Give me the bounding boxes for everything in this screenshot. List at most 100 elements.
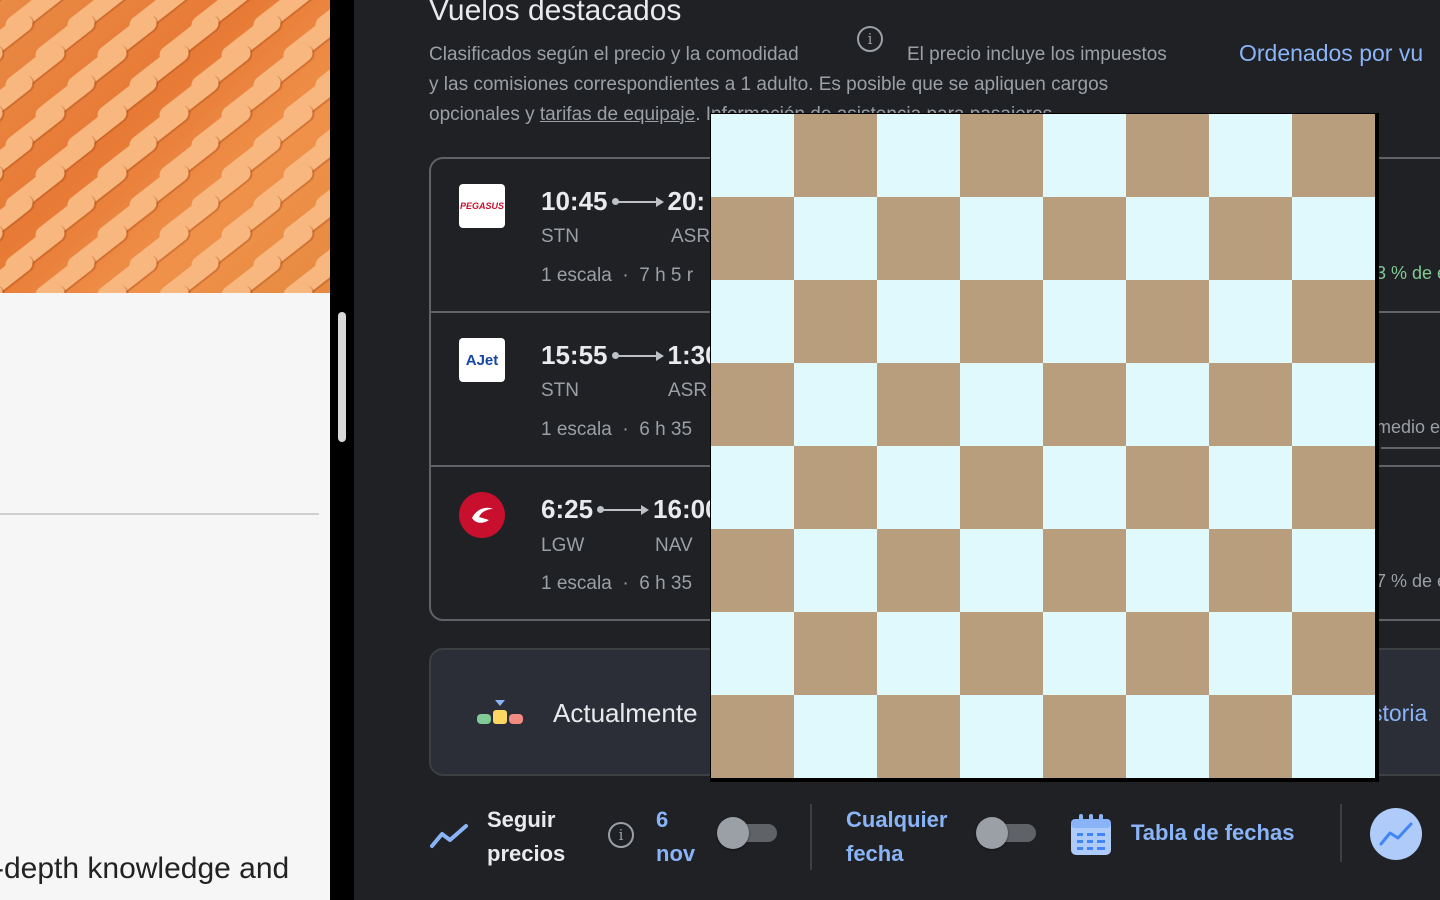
checker-square bbox=[877, 695, 960, 778]
price-graph-icon[interactable] bbox=[1370, 808, 1422, 860]
stops-duration: 1 escala · 6 h 35 bbox=[541, 573, 693, 594]
sort-order-link[interactable]: Ordenados por vu bbox=[1239, 40, 1423, 67]
checker-square bbox=[877, 529, 960, 612]
arrival-airport: NAV bbox=[655, 535, 693, 556]
desc-prefix: opcionales y bbox=[429, 104, 540, 125]
checker-square bbox=[960, 280, 1043, 363]
info-icon[interactable]: i bbox=[857, 26, 883, 52]
checker-square bbox=[1292, 695, 1375, 778]
duration: 6 h 35 bbox=[639, 419, 693, 440]
checker-square bbox=[794, 612, 877, 695]
checker-square bbox=[1209, 197, 1292, 280]
any-date-toggle[interactable] bbox=[976, 817, 1036, 849]
trending-icon bbox=[430, 824, 468, 848]
track-date-day: 6 bbox=[656, 807, 669, 832]
checker-square bbox=[1126, 529, 1209, 612]
checker-square bbox=[794, 529, 877, 612]
track-date-month: nov bbox=[656, 841, 696, 866]
checker-square bbox=[794, 446, 877, 529]
price-comparison-note: 3 % de e bbox=[1376, 263, 1440, 283]
section-title: Vuelos destacados bbox=[429, 0, 682, 27]
checker-square bbox=[1292, 197, 1375, 280]
checker-square bbox=[1126, 446, 1209, 529]
arrival-airport: ASR bbox=[668, 380, 708, 401]
checker-square bbox=[877, 197, 960, 280]
checker-square bbox=[1209, 695, 1292, 778]
stops: 1 escala bbox=[541, 573, 612, 594]
calendar-icon[interactable] bbox=[1067, 811, 1115, 859]
checker-square bbox=[877, 280, 960, 363]
checker-square bbox=[1043, 197, 1126, 280]
checker-square bbox=[1126, 114, 1209, 197]
toolbar-separator bbox=[1340, 804, 1342, 862]
turkish-airlines-logo-icon bbox=[459, 492, 505, 538]
departure-time: 15:55 bbox=[541, 340, 608, 370]
departure-airport: STN bbox=[541, 226, 579, 247]
checker-square bbox=[1043, 612, 1126, 695]
checker-square bbox=[1292, 280, 1375, 363]
checker-square bbox=[1043, 529, 1126, 612]
checker-square bbox=[1209, 363, 1292, 446]
baggage-fees-link[interactable]: tarifas de equipaje bbox=[540, 104, 695, 125]
toolbar-separator bbox=[810, 804, 812, 870]
checker-square bbox=[1126, 280, 1209, 363]
checker-square bbox=[1292, 446, 1375, 529]
orange-pattern-image bbox=[0, 0, 330, 293]
checker-square bbox=[960, 446, 1043, 529]
checker-square bbox=[877, 612, 960, 695]
stops: 1 escala bbox=[541, 265, 612, 286]
flight-times: 6:25 16:00 bbox=[541, 494, 720, 525]
track-prices-line: Seguir bbox=[487, 807, 556, 832]
flight-times: 10:45 20: bbox=[541, 186, 705, 217]
stops-duration: 1 escala · 6 h 35 bbox=[541, 419, 693, 440]
track-prices-toggle[interactable] bbox=[717, 817, 777, 849]
left-panel: -depth knowledge and bbox=[0, 0, 330, 900]
ajet-logo-icon: AJet bbox=[459, 338, 505, 382]
checker-square bbox=[1292, 114, 1375, 197]
checker-square bbox=[711, 280, 794, 363]
departure-time: 10:45 bbox=[541, 186, 608, 216]
track-prices-line: precios bbox=[487, 841, 566, 866]
departure-airport: LGW bbox=[541, 535, 585, 556]
checker-square bbox=[794, 363, 877, 446]
checker-square bbox=[711, 529, 794, 612]
ranking-description: Clasificados según el precio y la comodi… bbox=[429, 44, 799, 65]
arrow-icon bbox=[611, 350, 664, 361]
checker-square bbox=[794, 280, 877, 363]
checker-square bbox=[960, 695, 1043, 778]
checker-square bbox=[1126, 363, 1209, 446]
price-level-icon bbox=[477, 700, 523, 724]
checker-square bbox=[960, 197, 1043, 280]
checker-square bbox=[711, 695, 794, 778]
price-comparison-note: 7 % de e bbox=[1376, 571, 1440, 591]
date-grid-button[interactable]: Tabla de fechas bbox=[1131, 820, 1294, 846]
price-description-line: y las comisiones correspondientes a 1 ad… bbox=[429, 74, 1109, 95]
checker-square bbox=[1209, 446, 1292, 529]
departure-airport: STN bbox=[541, 380, 579, 401]
arrival-time: 20: bbox=[667, 186, 706, 216]
arrow-icon bbox=[611, 196, 664, 207]
checker-square bbox=[1126, 197, 1209, 280]
info-icon[interactable]: i bbox=[608, 822, 634, 848]
checker-square bbox=[711, 114, 794, 197]
price-history-link[interactable]: storia bbox=[1371, 700, 1427, 727]
track-prices-label: Seguir precios bbox=[487, 803, 565, 871]
departure-time: 6:25 bbox=[541, 494, 594, 524]
track-date-link[interactable]: 6 nov bbox=[656, 803, 695, 871]
checker-square bbox=[877, 446, 960, 529]
checker-square bbox=[794, 695, 877, 778]
price-insight-text: Actualmente bbox=[553, 698, 698, 728]
checker-square bbox=[1292, 529, 1375, 612]
checker-square bbox=[711, 363, 794, 446]
checker-square bbox=[1209, 529, 1292, 612]
scrollbar-thumb[interactable] bbox=[338, 312, 346, 442]
checker-square bbox=[877, 114, 960, 197]
duration: 6 h 35 bbox=[639, 573, 693, 594]
checkerboard-overlay bbox=[710, 113, 1379, 782]
checker-square bbox=[960, 529, 1043, 612]
checker-square bbox=[1292, 612, 1375, 695]
checker-square bbox=[711, 197, 794, 280]
checker-square bbox=[1043, 114, 1126, 197]
checker-square bbox=[1209, 114, 1292, 197]
stops-duration: 1 escala · 7 h 5 r bbox=[541, 265, 694, 286]
